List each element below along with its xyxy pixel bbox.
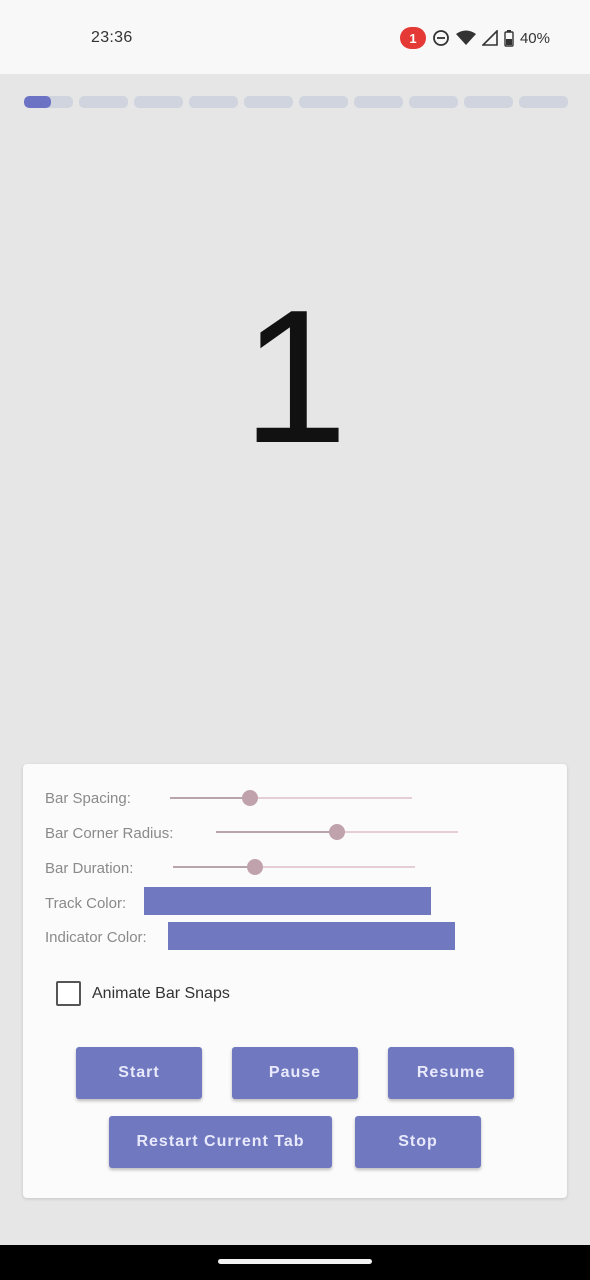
progress-segment bbox=[79, 96, 128, 108]
slider-track-inactive bbox=[249, 797, 412, 799]
battery-percent: 40% bbox=[519, 29, 550, 47]
pause-button[interactable]: Pause bbox=[232, 1047, 358, 1099]
slider-thumb[interactable] bbox=[247, 859, 264, 875]
progress-segment bbox=[299, 96, 348, 108]
status-bar: 23:36 1 40% bbox=[0, 0, 590, 74]
progress-segment bbox=[244, 96, 293, 108]
resume-button[interactable]: Resume bbox=[388, 1047, 514, 1099]
progress-segment bbox=[409, 96, 458, 108]
restart-current-tab-button[interactable]: Restart Current Tab bbox=[109, 1116, 332, 1168]
notification-badge: 1 bbox=[399, 27, 426, 49]
indicator-color-label: Indicator Color: bbox=[45, 929, 147, 946]
progress-segment bbox=[519, 96, 568, 108]
track-color-picker[interactable] bbox=[144, 887, 431, 915]
status-time: 23:36 bbox=[91, 29, 133, 46]
slider-track-active bbox=[216, 831, 337, 833]
bar-spacing-slider[interactable] bbox=[170, 788, 412, 808]
page-number: 1 bbox=[242, 271, 348, 483]
animate-snaps-label: Animate Bar Snaps bbox=[92, 985, 230, 1002]
start-button[interactable]: Start bbox=[76, 1047, 202, 1099]
slider-thumb[interactable] bbox=[329, 824, 345, 840]
navigation-bar bbox=[0, 1245, 590, 1280]
wifi-icon bbox=[455, 30, 476, 45]
bar-corner-radius-slider[interactable] bbox=[216, 822, 458, 842]
slider-track-active bbox=[173, 866, 256, 868]
dnd-icon bbox=[433, 30, 449, 46]
status-icons: 1 40% bbox=[399, 27, 550, 49]
progress-segment bbox=[464, 96, 513, 108]
slider-thumb[interactable] bbox=[241, 790, 258, 806]
battery-icon bbox=[504, 29, 514, 47]
stop-button[interactable]: Stop bbox=[355, 1116, 481, 1168]
bar-corner-radius-label: Bar Corner Radius: bbox=[45, 825, 174, 842]
progress-segment bbox=[24, 96, 73, 108]
progress-segment bbox=[189, 96, 238, 108]
bar-duration-slider[interactable] bbox=[173, 857, 415, 877]
progress-segment-fill bbox=[24, 96, 51, 108]
bar-duration-label: Bar Duration: bbox=[45, 860, 134, 877]
bar-spacing-label: Bar Spacing: bbox=[45, 790, 131, 807]
progress-segment bbox=[134, 96, 183, 108]
animate-snaps-checkbox[interactable] bbox=[56, 981, 81, 1006]
signal-icon bbox=[481, 30, 498, 46]
settings-panel: Bar Spacing: Bar Corner Radius: Bar Dura… bbox=[23, 764, 567, 1198]
home-gesture-handle[interactable] bbox=[218, 1259, 372, 1264]
progress-segments bbox=[24, 96, 568, 108]
slider-track-active bbox=[170, 797, 250, 799]
progress-segment bbox=[354, 96, 403, 108]
slider-track-inactive bbox=[255, 866, 415, 868]
slider-track-inactive bbox=[337, 831, 458, 833]
track-color-label: Track Color: bbox=[45, 895, 127, 912]
indicator-color-picker[interactable] bbox=[168, 922, 455, 950]
